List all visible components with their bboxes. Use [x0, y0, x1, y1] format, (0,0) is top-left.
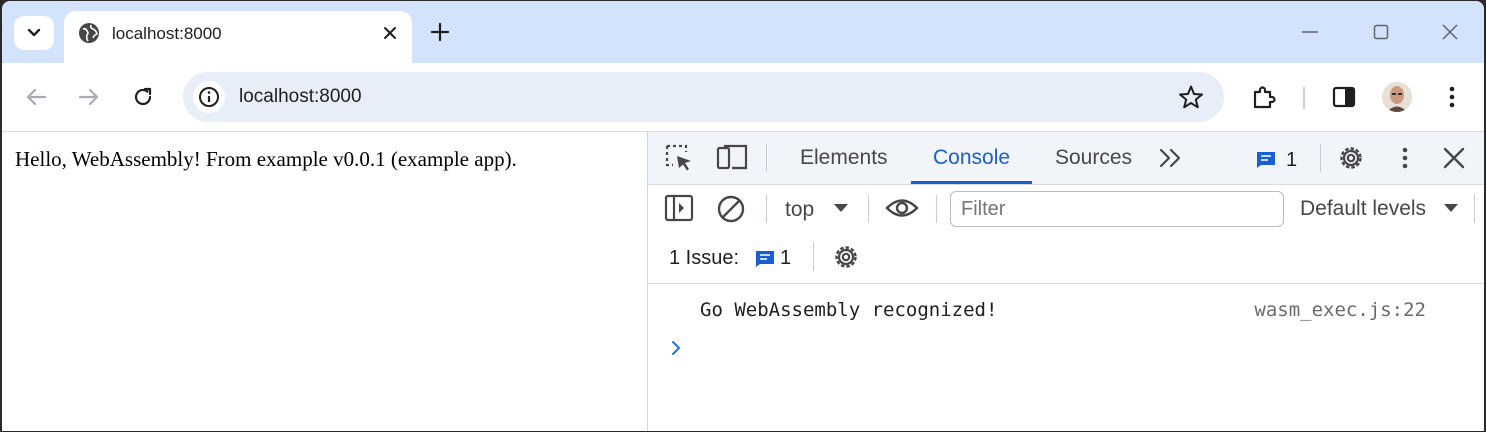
- minimize-button[interactable]: [1295, 17, 1325, 47]
- console-message-source-link[interactable]: wasm_exec.js:22: [1254, 299, 1426, 321]
- window-close-button[interactable]: [1435, 17, 1465, 47]
- clear-icon: [717, 195, 745, 223]
- triangle-down-icon: [1444, 204, 1458, 212]
- chevron-right-icon: [672, 341, 680, 355]
- devtools-separator: [1474, 195, 1475, 223]
- site-info-button[interactable]: [193, 81, 225, 113]
- devtools-separator: [813, 243, 814, 271]
- avatar-icon: [1382, 82, 1412, 112]
- context-dropdown-arrow[interactable]: [833, 203, 849, 213]
- issues-icon: [755, 250, 775, 268]
- toolbar-separator: [1303, 87, 1305, 109]
- devtools-separator: [1320, 144, 1321, 172]
- profile-avatar[interactable]: [1382, 82, 1412, 112]
- devtools-separator: [766, 144, 767, 172]
- clear-console-button[interactable]: [716, 194, 746, 224]
- message-icon: [1257, 152, 1275, 168]
- browser-toolbar: localhost:8000: [2, 63, 1484, 131]
- page-body-text: Hello, WebAssembly! From example v0.0.1 …: [15, 147, 517, 171]
- forward-button[interactable]: [72, 80, 106, 114]
- puzzle-icon: [1253, 86, 1276, 109]
- side-panel-icon: [1332, 86, 1356, 108]
- star-icon: [1179, 85, 1203, 109]
- inspect-element-button[interactable]: [664, 143, 694, 173]
- devtools-close-button[interactable]: [1443, 147, 1465, 169]
- filter-input[interactable]: [959, 197, 1273, 222]
- console-filter[interactable]: [950, 191, 1284, 227]
- back-button[interactable]: [19, 80, 53, 114]
- devtools-separator: [766, 195, 767, 223]
- active-tab-indicator: [911, 181, 1032, 184]
- minimize-icon: [1302, 31, 1318, 33]
- tab-elements[interactable]: Elements: [800, 146, 888, 170]
- maximize-icon: [1373, 24, 1389, 40]
- log-levels-selector[interactable]: Default levels: [1300, 197, 1426, 221]
- tab-sources[interactable]: Sources: [1055, 146, 1132, 170]
- close-icon: [384, 27, 396, 39]
- reload-icon: [134, 87, 152, 106]
- browser-window: localhost:8000 localhost:8000 Hello, Web…: [2, 1, 1484, 431]
- more-tabs-button[interactable]: [1158, 148, 1184, 168]
- messages-button[interactable]: [1256, 151, 1276, 169]
- console-toolbar: top Default levels 1 Issue: 1: [648, 185, 1484, 284]
- live-expression-button[interactable]: [885, 197, 919, 219]
- devtools-more-button[interactable]: [1402, 147, 1408, 169]
- devtools-panel: Elements Console Sources 1 top Filter De…: [647, 131, 1484, 431]
- devtools-separator: [868, 195, 869, 223]
- side-panel-button[interactable]: [1327, 80, 1361, 114]
- arrow-left-icon: [26, 88, 47, 106]
- tab-strip: localhost:8000: [2, 1, 1484, 63]
- more-vertical-icon: [1449, 86, 1455, 108]
- console-message: Go WebAssembly recognized!: [700, 299, 998, 321]
- close-icon: [1443, 147, 1465, 169]
- message-icon: [756, 251, 774, 267]
- device-toolbar-button[interactable]: [716, 144, 748, 172]
- levels-dropdown-arrow[interactable]: [1443, 203, 1459, 213]
- page-viewport: Hello, WebAssembly! From example v0.0.1 …: [2, 131, 647, 431]
- new-tab-button[interactable]: [426, 18, 454, 46]
- gear-icon: [1340, 147, 1362, 169]
- tab-close-button[interactable]: [378, 21, 402, 45]
- issues-count[interactable]: 1: [780, 247, 791, 270]
- issues-label[interactable]: 1 Issue:: [669, 247, 739, 270]
- extensions-button[interactable]: [1247, 80, 1281, 114]
- devtools-tab-bar: Elements Console Sources 1: [648, 132, 1484, 185]
- more-vertical-icon: [1402, 147, 1408, 169]
- tab-search-button[interactable]: [14, 16, 54, 50]
- bookmark-button[interactable]: [1178, 84, 1204, 115]
- reload-button[interactable]: [126, 80, 160, 114]
- eye-icon: [885, 199, 919, 217]
- double-chevron-right-icon: [1159, 148, 1181, 168]
- console-sidebar-button[interactable]: [664, 194, 694, 222]
- globe-icon: [78, 22, 100, 49]
- device-icon: [716, 144, 748, 170]
- arrow-right-icon: [78, 88, 99, 106]
- maximize-button[interactable]: [1366, 17, 1396, 47]
- close-icon: [1442, 24, 1458, 40]
- devtools-settings-button[interactable]: [1337, 144, 1365, 172]
- console-settings-button[interactable]: [832, 243, 860, 271]
- chrome-menu-button[interactable]: [1435, 80, 1469, 114]
- gear-icon: [835, 246, 857, 268]
- address-bar[interactable]: localhost:8000: [183, 72, 1224, 122]
- context-selector[interactable]: top: [785, 198, 814, 222]
- tab-title: localhost:8000: [112, 24, 222, 43]
- address-url: localhost:8000: [239, 86, 362, 107]
- devtools-separator: [936, 195, 937, 223]
- console-prompt[interactable]: [670, 339, 682, 362]
- plus-icon: [430, 22, 450, 42]
- inspect-icon: [665, 144, 691, 171]
- tab-localhost[interactable]: localhost:8000: [64, 11, 412, 63]
- tab-console[interactable]: Console: [933, 146, 1010, 170]
- message-count: 1: [1286, 149, 1298, 171]
- info-icon: [199, 87, 219, 107]
- sidebar-icon: [664, 194, 694, 222]
- chevron-down-icon: [27, 28, 41, 37]
- triangle-down-icon: [834, 204, 848, 212]
